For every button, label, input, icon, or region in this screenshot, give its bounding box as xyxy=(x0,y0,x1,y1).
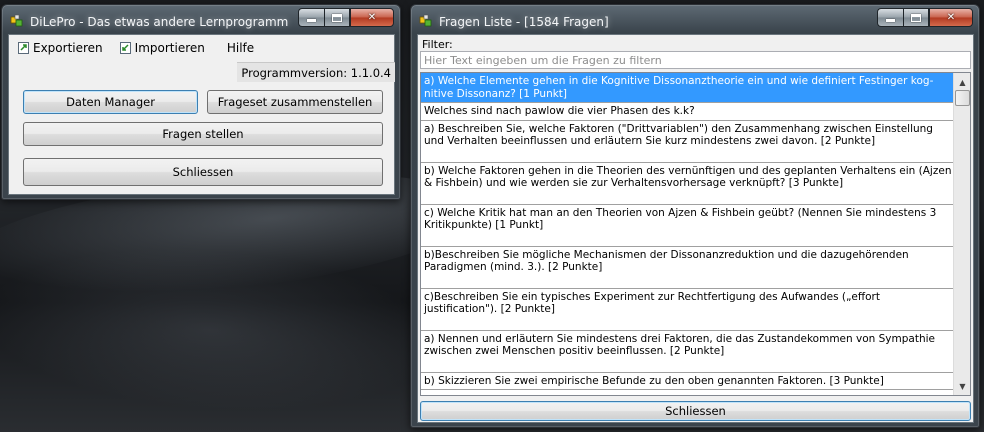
filter-label: Filter: xyxy=(422,38,453,51)
app-icon xyxy=(10,14,23,27)
version-label: Programmversion: 1.1.0.4 xyxy=(237,62,395,82)
list-item[interactable]: a) Welche Elemente gehen in die Kognitiv… xyxy=(421,73,955,103)
scroll-down-button[interactable]: ▼ xyxy=(955,378,970,394)
menu-label: Hilfe xyxy=(226,41,255,55)
main-window: DiLePro - Das etwas andere Lernprogramm … xyxy=(1,4,401,200)
minimize-button[interactable] xyxy=(298,8,324,27)
question-list-items: a) Welche Elemente gehen in die Kognitiv… xyxy=(421,73,955,390)
list-item[interactable]: a) Beschreiben Sie, welche Faktoren ("Dr… xyxy=(421,121,955,163)
list-item[interactable]: a) Nennen und erläutern Sie mindestens d… xyxy=(421,331,955,373)
filter-input[interactable] xyxy=(420,51,971,69)
menu-exportieren[interactable]: Exportieren xyxy=(17,41,103,55)
app-icon xyxy=(419,14,432,27)
caption-buttons: ✕ xyxy=(877,8,973,27)
data-manager-button[interactable]: Daten Manager xyxy=(23,90,198,114)
export-icon xyxy=(18,42,29,54)
caption-buttons: ✕ xyxy=(298,8,394,27)
fragen-liste-window: Fragen Liste - [1584 Fragen] ✕ Filter: a… xyxy=(410,4,980,428)
question-list[interactable]: a) Welche Elemente gehen in die Kognitiv… xyxy=(420,72,971,396)
minimize-icon xyxy=(886,19,895,22)
window-title: Fragen Liste - [1584 Fragen] xyxy=(439,15,609,29)
title-bar[interactable]: Fragen Liste - [1584 Fragen] ✕ xyxy=(411,5,979,35)
title-bar[interactable]: DiLePro - Das etwas andere Lernprogramm … xyxy=(2,5,400,35)
fragen-stellen-button[interactable]: Fragen stellen xyxy=(23,122,383,146)
schliessen-button[interactable]: Schliessen xyxy=(23,158,383,186)
desktop-wallpaper-wave xyxy=(0,234,446,426)
minimize-icon xyxy=(307,19,316,22)
list-item[interactable]: Welches sind nach pawlow die vier Phasen… xyxy=(421,103,955,121)
maximize-button[interactable] xyxy=(903,8,929,27)
maximize-icon xyxy=(911,13,921,22)
menu-label: Exportieren xyxy=(33,41,103,55)
maximize-button[interactable] xyxy=(324,8,350,27)
scroll-thumb[interactable] xyxy=(955,90,970,106)
window-title: DiLePro - Das etwas andere Lernprogramm xyxy=(30,15,289,29)
list-item[interactable]: c) Welche Kritik hat man an den Theorien… xyxy=(421,205,955,247)
menu-bar: Exportieren Importieren Hilfe xyxy=(9,35,394,61)
list-client-area: Filter: a) Welche Elemente gehen in die … xyxy=(417,34,974,423)
minimize-button[interactable] xyxy=(877,8,903,27)
close-button[interactable]: ✕ xyxy=(350,8,394,27)
menu-importieren[interactable]: Importieren xyxy=(119,41,205,55)
import-icon xyxy=(119,42,131,54)
vertical-scrollbar[interactable]: ▲ ▼ xyxy=(953,73,970,395)
maximize-icon xyxy=(332,13,342,22)
list-item[interactable]: b)Beschreiben Sie mögliche Mechanismen d… xyxy=(421,247,955,289)
scroll-up-button[interactable]: ▲ xyxy=(955,74,970,90)
close-icon: ✕ xyxy=(367,12,377,23)
menu-hilfe[interactable]: Hilfe xyxy=(227,41,254,55)
menu-label: Importieren xyxy=(134,41,205,55)
main-client-area: Exportieren Importieren Hilfe Programmve… xyxy=(8,34,395,195)
list-item[interactable]: b) Skizzieren Sie zwei empirische Befund… xyxy=(421,373,955,390)
list-item[interactable]: c)Beschreiben Sie ein typisches Experime… xyxy=(421,289,955,331)
list-item[interactable]: b) Welche Faktoren gehen in die Theorien… xyxy=(421,163,955,205)
frageset-button[interactable]: Frageset zusammenstellen xyxy=(207,90,383,114)
close-icon: ✕ xyxy=(946,12,956,23)
close-button[interactable]: ✕ xyxy=(929,8,973,27)
arrow-down-icon: ▼ xyxy=(959,381,966,391)
schliessen-button[interactable]: Schliessen xyxy=(420,401,971,421)
arrow-up-icon: ▲ xyxy=(959,77,966,87)
